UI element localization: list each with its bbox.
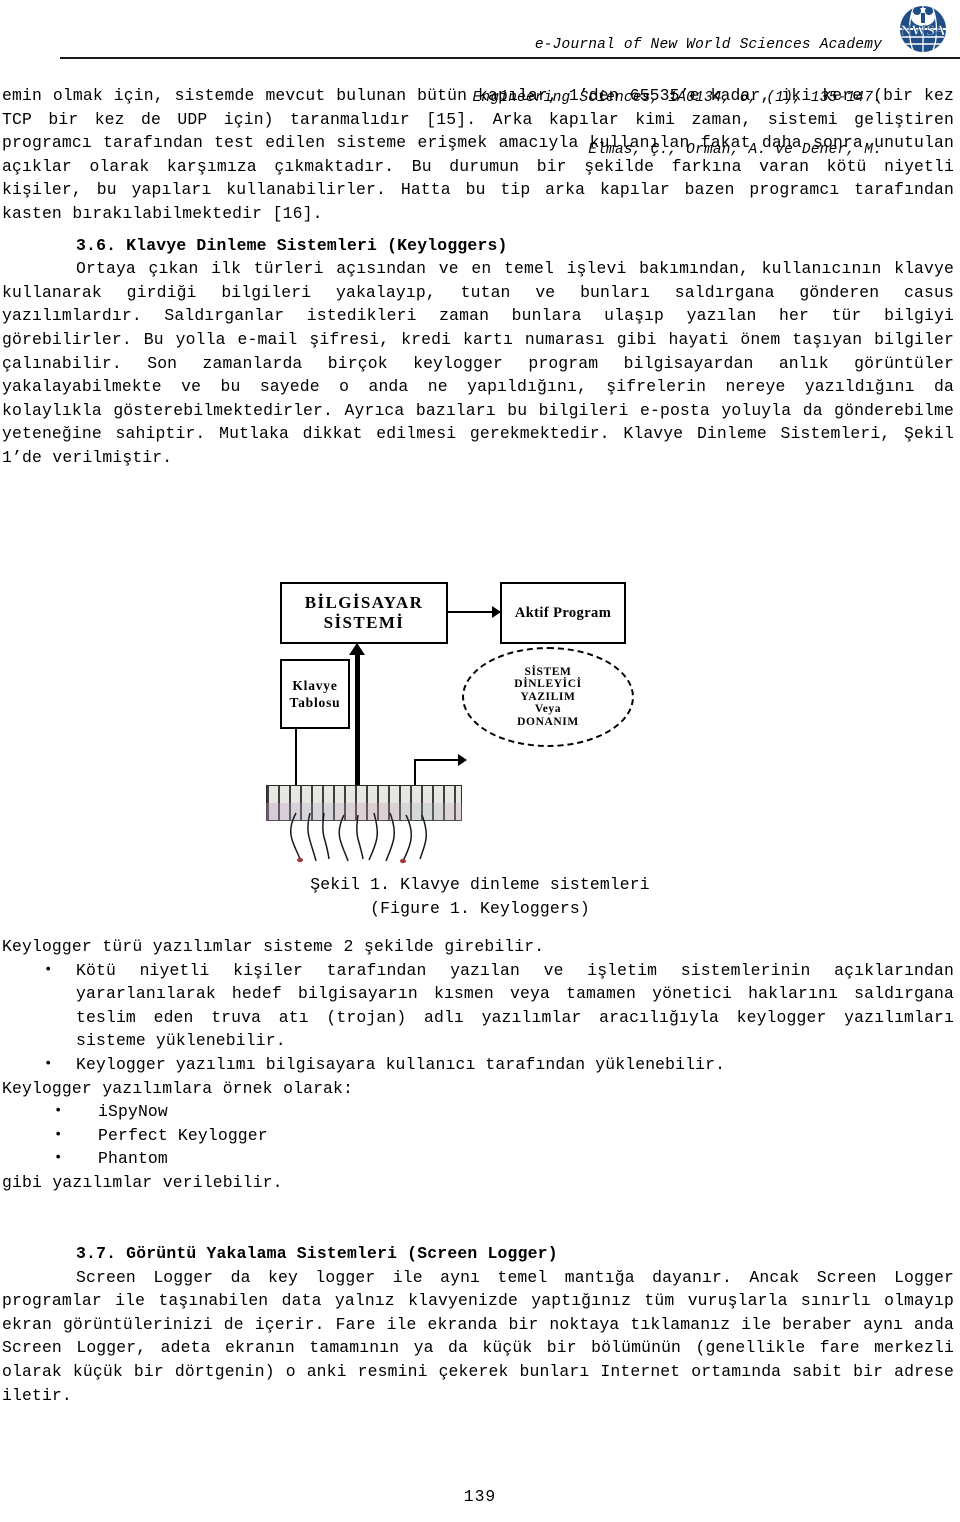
section-heading-3-6: 3.6. Klavye Dinleme Sistemleri (Keylogge… [76, 235, 508, 255]
keylogger-examples-list: • iSpyNow • Perfect Keylogger • Phantom [2, 1100, 954, 1171]
keylogger-entry-methods-list: • Kötü niyetli kişiler tarafından yazıla… [2, 959, 954, 1077]
diagram-box-keyboard-table-label: Klavye Tablosu [289, 678, 341, 710]
figure-caption-tr: Şekil 1. Klavye dinleme sistemleri [310, 875, 650, 894]
figure-1: BİLGİSAYAR SİSTEMİ Aktif Program Klavye … [0, 573, 960, 920]
section-heading-3-7: 3.7. Görüntü Yakalama Sistemleri (Screen… [76, 1244, 558, 1263]
paragraph-screenlogger-text: Screen Logger da key logger ile aynı tem… [2, 1267, 954, 1405]
diagram-connector-table-to-keyboard [295, 729, 297, 787]
diagram-ellipse-system-listener: SİSTEM DİNLEYİCİ YAZILIM Veya DONANIM [462, 647, 634, 747]
paragraph-list-intro: Keylogger türü yazılımlar sisteme 2 şeki… [2, 937, 545, 956]
diagram-box-active-program: Aktif Program [500, 582, 626, 644]
list-item: • Keylogger yazılımı bilgisayara kullanı… [2, 1053, 954, 1077]
list-item: • Kötü niyetli kişiler tarafından yazıla… [2, 959, 954, 1053]
bullet-icon: • [54, 1103, 63, 1120]
figure-caption-en: (Figure 1. Keyloggers) [370, 898, 590, 918]
diagram-arrowhead-to-computer [349, 643, 365, 655]
paragraph-examples-outro: gibi yazılımlar verilebilir. [2, 1172, 283, 1192]
diagram-connector-keyboard-to-listener-v [414, 759, 416, 787]
list-item: • Phantom [2, 1147, 954, 1171]
diagram-box-keyboard-table: Klavye Tablosu [280, 659, 350, 729]
list-item-text: Keylogger yazılımı bilgisayara kullanıcı… [76, 1054, 726, 1074]
typing-hands-illustration [290, 812, 427, 864]
page-number: 139 [463, 1487, 497, 1506]
diagram-connector-computer-to-program [448, 611, 496, 613]
bullet-icon: • [44, 1055, 53, 1072]
paragraph-examples-intro: Keylogger yazılımlara örnek olarak: [2, 1078, 354, 1098]
paragraph-keyloggers-text: Ortaya çıkan ilk türleri açısından ve en… [2, 259, 954, 467]
bullet-icon: • [54, 1126, 63, 1143]
nwsa-logo-icon: NWSA [892, 3, 954, 55]
list-item-text: Kötü niyetli kişiler tarafından yazılan … [76, 960, 954, 1051]
list-item-text: iSpyNow [98, 1102, 168, 1122]
list-item: • iSpyNow [2, 1100, 954, 1124]
diagram-box-active-program-label: Aktif Program [514, 604, 612, 621]
journal-title: e-Journal of New World Sciences Academy [534, 37, 882, 53]
paragraph-keyloggers: Ortaya çıkan ilk türleri açısından ve en… [2, 257, 954, 469]
diagram-connector-keyboard-to-listener-h [414, 759, 462, 761]
diagram-box-computer-system: BİLGİSAYAR SİSTEMİ [280, 582, 448, 644]
diagram-arrowhead-to-listener [458, 754, 467, 766]
diagram-ellipse-system-listener-label: SİSTEM DİNLEYİCİ YAZILIM Veya DONANIM [514, 665, 582, 728]
list-item-text: Phantom [98, 1149, 168, 1169]
bullet-icon: • [44, 961, 53, 978]
bullet-icon: • [54, 1150, 63, 1167]
list-item-text: Perfect Keylogger [98, 1125, 268, 1145]
diagram-arrowhead-to-program [492, 606, 501, 618]
diagram-box-computer-system-label: BİLGİSAYAR SİSTEMİ [304, 593, 424, 632]
document-body-top: emin olmak için, sistemde mevcut bulunan… [2, 84, 954, 470]
diagram-keyboard-image [266, 785, 462, 867]
list-item: • Perfect Keylogger [2, 1124, 954, 1148]
keylogger-diagram: BİLGİSAYAR SİSTEMİ Aktif Program Klavye … [262, 573, 698, 869]
diagram-connector-keyboard-to-computer [355, 651, 360, 787]
document-body-bottom: 3.7. Görüntü Yakalama Sistemleri (Screen… [2, 1242, 954, 1407]
page-header: e-Journal of New World Sciences Academy … [0, 0, 960, 158]
paragraph-backdoors: emin olmak için, sistemde mevcut bulunan… [2, 86, 954, 223]
paragraph-screenlogger: Screen Logger da key logger ile aynı tem… [2, 1266, 954, 1408]
header-divider [60, 57, 960, 59]
svg-text:NWSA: NWSA [900, 23, 945, 39]
figure-caption: Şekil 1. Klavye dinleme sistemleri (Figu… [0, 873, 960, 920]
document-body-middle: Keylogger türü yazılımlar sisteme 2 şeki… [2, 935, 954, 1195]
